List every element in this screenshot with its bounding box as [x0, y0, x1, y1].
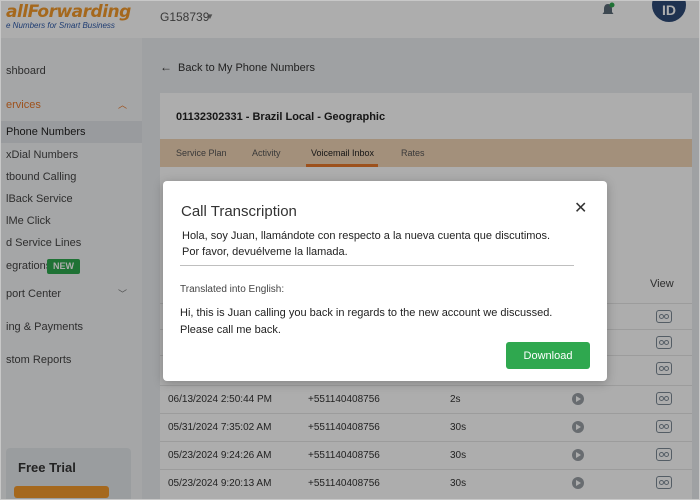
translated-line: Hi, this is Juan calling you back in reg… [180, 307, 553, 319]
app-window: allForwarding e Numbers for Smart Busine… [0, 0, 700, 500]
divider [180, 265, 574, 266]
original-transcription: Hola, soy Juan, llamándote con respecto … [182, 228, 572, 260]
original-line: Hola, soy Juan, llamándote con respecto … [182, 230, 551, 242]
translated-transcription: Hi, this is Juan calling you back in reg… [180, 305, 580, 339]
original-line: Por favor, devuélveme la llamada. [182, 246, 348, 258]
close-icon[interactable]: ✕ [574, 201, 587, 217]
translated-label: Translated into English: [180, 284, 285, 295]
download-button[interactable]: Download [506, 342, 590, 369]
modal-title: Call Transcription [181, 203, 297, 220]
translated-line: Please call me back. [180, 324, 281, 336]
call-transcription-modal: Call Transcription ✕ Hola, soy Juan, lla… [163, 181, 607, 381]
